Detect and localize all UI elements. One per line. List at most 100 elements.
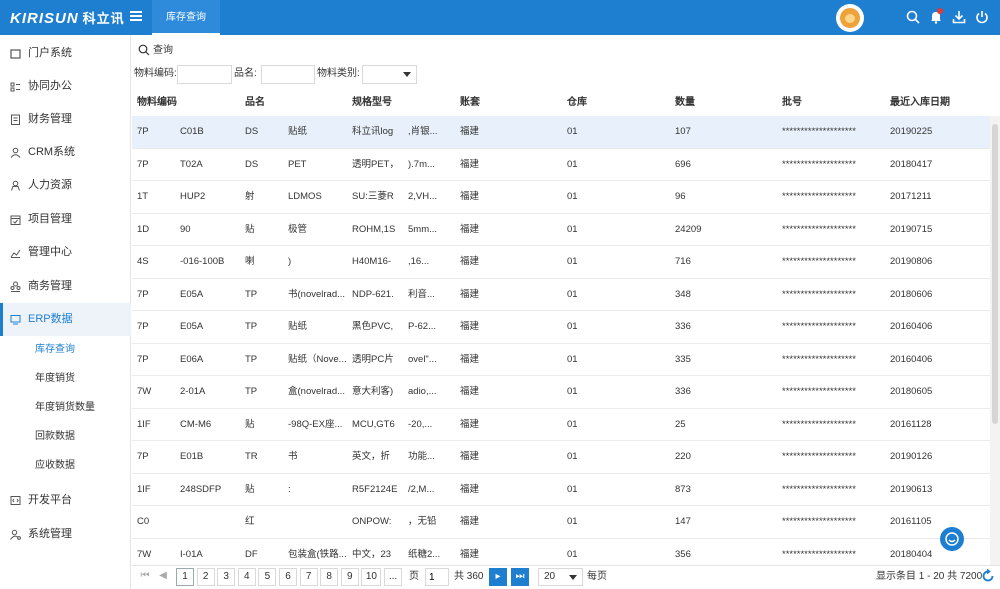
material-code-input[interactable] [177, 65, 232, 84]
cell-warehouse: 01 [567, 386, 578, 397]
cell-code-prefix: 7P [137, 158, 149, 170]
table-row[interactable]: 7P E05A TP 书(novelrad... NDP-621. 利音... 福建 01 34… [132, 279, 990, 311]
chat-support-button[interactable] [940, 527, 964, 551]
cell-last-in-date: 20180605 [890, 386, 933, 397]
last-page-button[interactable]: ⏭ [511, 568, 529, 586]
logo: KIRISUN 科立讯 [10, 10, 125, 27]
cell-batch: ******************** [782, 288, 856, 300]
table-row[interactable]: 4S -016-100B 喇) H40M16- ,16... 福建 01 716 *******… [132, 246, 990, 279]
cell-name-prefix: 红 [245, 516, 255, 527]
cell-warehouse: 01 [567, 418, 578, 430]
sidebar-item-management[interactable]: 管理中心 [0, 236, 131, 269]
page-number-input[interactable] [425, 568, 449, 586]
table-row[interactable]: 7P E06A TP 贴纸（Nove... 透明PC片 ovel"... 福建 01 335 **… [132, 344, 990, 376]
page-button[interactable]: 1 [176, 568, 194, 586]
header-material-code[interactable]: 物料编码 [137, 90, 177, 116]
header-product-name[interactable]: 品名 [245, 90, 265, 116]
cell-last-in-date: 20190613 [890, 483, 933, 495]
table-row[interactable]: 7P T02A DS PET 透明PET，).7m... 福建 01 696 *********… [132, 149, 990, 181]
page-button[interactable]: 3 [217, 568, 236, 586]
sidebar-item-system[interactable]: 系统管理 [0, 518, 131, 551]
tab-inventory-query[interactable]: 库存查询 [152, 0, 220, 35]
header-spec[interactable]: 规格型号 [352, 90, 392, 116]
sidebar-item-collaboration[interactable]: 协同办公 [0, 70, 131, 103]
avatar[interactable] [836, 4, 864, 32]
cell-warehouse: 01 [567, 223, 578, 235]
sidebar-item-crm[interactable]: CRM系统 [0, 136, 131, 169]
cell-name-prefix: 贴 [245, 483, 255, 495]
power-icon[interactable] [975, 10, 989, 24]
material-code-label: 物料编码: [134, 68, 177, 79]
cell-quantity: 873 [675, 483, 691, 495]
sidebar-item-erp[interactable]: ERP数据 [0, 303, 131, 336]
page-button[interactable]: 7 [299, 568, 318, 586]
product-name-input[interactable] [261, 65, 315, 84]
cell-quantity: 96 [675, 191, 686, 202]
menu-toggle-icon[interactable] [130, 9, 142, 23]
cell-account: 福建 [460, 191, 480, 202]
page-button[interactable]: 5 [258, 568, 277, 586]
refresh-icon[interactable] [981, 569, 995, 583]
sidebar-sub-annual-sales-qty[interactable]: 年度销货数量 [0, 393, 131, 422]
sidebar-item-business[interactable]: 商务管理 [0, 270, 131, 303]
page-button[interactable]: 8 [320, 568, 339, 586]
table-row[interactable]: 1T HUP2 射 LDMOS SU:三菱R 2,VH... 福建 01 96 *********… [132, 181, 990, 214]
table-row[interactable]: 1IF CM-M6 贴 -98Q-EX座... MCU,GT6 -20,... 福建 01 25… [132, 409, 990, 441]
page-button[interactable]: 4 [237, 568, 256, 586]
search-icon[interactable] [906, 10, 920, 24]
table-row[interactable]: 7P C01B DS 贴纸 科立讯log ,肖银... 福建 01 107 ***********… [132, 116, 990, 149]
cell-name-prefix: 贴 [245, 418, 255, 430]
table-scrollbar[interactable] [990, 116, 1000, 565]
sidebar-item-dev-platform[interactable]: 开发平台 [0, 484, 131, 517]
sidebar-sub-annual-sales[interactable]: 年度销货 [0, 364, 131, 393]
scrollbar-thumb[interactable] [992, 124, 998, 424]
cell-spec-suffix: -20,... [408, 418, 433, 430]
next-page-button[interactable]: ▸ [489, 568, 507, 586]
header-quantity[interactable]: 数量 [675, 90, 695, 116]
material-category-select[interactable] [362, 65, 417, 84]
page-size-select[interactable]: 20 [538, 568, 583, 586]
cell-last-in-date: 20180417 [890, 158, 933, 170]
cell-warehouse: 01 [567, 451, 578, 462]
cell-spec-prefix: 透明PC片 [352, 353, 394, 365]
table-row[interactable]: 7W 2-01A TP 盒(novelrad... 意大利客) adio,... 福建 01 3… [132, 376, 990, 409]
cell-account: 福建 [460, 386, 480, 397]
user-settings-icon [10, 529, 21, 540]
sidebar-sub-payment-data[interactable]: 回款数据 [0, 422, 131, 451]
page-ellipsis[interactable]: ... [384, 568, 402, 586]
cell-warehouse: 01 [567, 191, 578, 202]
first-page-icon[interactable]: ⏮ [138, 568, 152, 586]
header-warehouse[interactable]: 仓库 [567, 90, 587, 116]
cell-code-prefix: 7P [137, 126, 149, 137]
page-button[interactable]: 2 [196, 568, 215, 586]
cell-name-prefix: TP [245, 321, 258, 332]
sidebar-sub-inventory-query[interactable]: 库存查询 [0, 335, 131, 364]
header-account[interactable]: 账套 [460, 90, 480, 116]
sidebar-sub-receivables[interactable]: 应收数据 [0, 451, 131, 480]
document-icon [11, 114, 20, 125]
header-batch[interactable]: 批号 [782, 90, 802, 116]
sidebar-item-portal[interactable]: 门户系统 [0, 37, 131, 70]
download-icon[interactable] [952, 10, 966, 24]
table-row[interactable]: 7P E01B TR 书 英文，折 功能... 福建 01 220 ***************… [132, 441, 990, 474]
page-button[interactable]: 6 [279, 568, 297, 586]
cell-code-prefix: 7P [137, 451, 149, 462]
cell-last-in-date: 20161128 [890, 418, 932, 430]
search-button[interactable]: 查询 [138, 43, 173, 59]
cell-spec-prefix: 中文，23 [352, 548, 392, 560]
page-button[interactable]: 9 [340, 568, 359, 586]
cell-name-prefix: 贴 [245, 223, 255, 235]
cell-spec-prefix: ONPOW: [352, 516, 392, 527]
cell-name-suffix: 贴纸 [288, 321, 308, 332]
page-button[interactable]: 10 [361, 568, 382, 586]
sidebar-item-finance[interactable]: 财务管理 [0, 103, 131, 136]
sidebar-item-hr[interactable]: 人力资源 [0, 169, 131, 202]
sidebar-item-projects[interactable]: 项目管理 [0, 203, 131, 236]
table-row[interactable]: 7P E05A TP 贴纸 黑色PVC, P-62... 福建 01 336 **********… [132, 311, 990, 344]
header-last-in-date[interactable]: 最近入库日期 [890, 90, 950, 116]
table-row[interactable]: 1IF 248SDFP 贴: R5F2124E/2,M... 福建 01 873 ******… [132, 474, 990, 506]
table-row[interactable]: 7W I-01A DF 包装盒(铁路... 中文，23 纸糖2... 福建 01 356 ****… [132, 539, 990, 566]
table-row[interactable]: C0 红 ONPOW: ，无铅 福建 01 147 ******************** 2… [132, 506, 990, 539]
table-row[interactable]: 1D 90 贴 极管 ROHM,1S 5mm... 福建 01 24209 ***********… [132, 214, 990, 246]
prev-page-icon[interactable]: ◀ [156, 568, 170, 586]
